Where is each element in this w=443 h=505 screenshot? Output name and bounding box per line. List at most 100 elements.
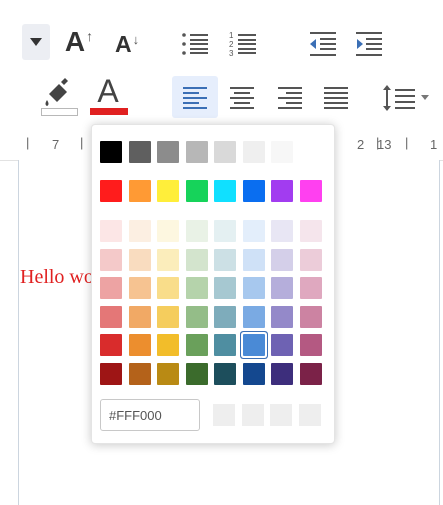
- recent-color-swatch[interactable]: [241, 404, 264, 426]
- color-swatch[interactable]: [100, 220, 122, 242]
- color-swatch[interactable]: [271, 248, 293, 271]
- justify-button[interactable]: [316, 78, 356, 116]
- hex-color-input[interactable]: [100, 399, 200, 431]
- color-swatch[interactable]: [214, 141, 236, 163]
- color-swatch[interactable]: [157, 334, 179, 356]
- color-swatch[interactable]: [242, 305, 265, 328]
- increase-font-letter: A: [64, 26, 86, 57]
- color-swatch[interactable]: [157, 362, 179, 385]
- color-swatch[interactable]: [128, 362, 151, 385]
- align-left-icon: [183, 87, 207, 109]
- bulleted-list-icon: [182, 33, 208, 55]
- align-right-button[interactable]: [270, 78, 310, 116]
- color-swatch[interactable]: [214, 277, 236, 299]
- editor-window: A ↑ A ↓ 123 A | 7 | 2 | 13 | 1 Hello wo …: [0, 0, 443, 505]
- color-swatch[interactable]: [128, 180, 151, 202]
- align-center-icon: [230, 87, 254, 109]
- color-swatch[interactable]: [271, 305, 293, 328]
- color-swatch[interactable]: [100, 141, 122, 163]
- color-swatch[interactable]: [157, 248, 179, 271]
- color-swatch[interactable]: [100, 277, 122, 299]
- decrease-indent-button[interactable]: [306, 28, 340, 60]
- color-swatch[interactable]: [100, 362, 122, 385]
- increase-font-size-button[interactable]: A ↑: [62, 22, 96, 62]
- bulleted-list-button[interactable]: [178, 28, 212, 60]
- color-swatch[interactable]: [271, 334, 293, 356]
- color-swatch[interactable]: [157, 220, 179, 242]
- color-swatch[interactable]: [185, 334, 208, 356]
- arrow-up-icon: ↑: [86, 28, 94, 44]
- line-spacing-button[interactable]: [378, 82, 434, 114]
- document-text[interactable]: Hello wo: [20, 266, 94, 289]
- color-swatch[interactable]: [214, 248, 236, 271]
- color-swatch[interactable]: [299, 180, 322, 202]
- color-swatch[interactable]: [128, 305, 151, 328]
- color-swatch[interactable]: [100, 180, 122, 202]
- font-color-letter: A: [97, 72, 119, 109]
- svg-text:1: 1: [229, 31, 234, 40]
- color-swatch[interactable]: [271, 277, 293, 299]
- color-swatch[interactable]: [242, 362, 265, 385]
- color-swatch[interactable]: [271, 220, 293, 242]
- color-swatch[interactable]: [185, 277, 208, 299]
- numbered-list-button[interactable]: 123: [226, 28, 260, 60]
- color-swatch[interactable]: [185, 220, 208, 242]
- color-swatch[interactable]: [271, 141, 293, 163]
- ruler-label: 2: [357, 137, 365, 152]
- color-swatch[interactable]: [214, 334, 236, 356]
- color-swatch[interactable]: [242, 180, 265, 202]
- color-swatch[interactable]: [157, 180, 179, 202]
- color-swatch[interactable]: [214, 362, 236, 385]
- color-swatch[interactable]: [214, 220, 236, 242]
- color-swatch[interactable]: [185, 141, 208, 163]
- color-swatch[interactable]: [128, 277, 151, 299]
- ruler-label: 1: [430, 137, 438, 152]
- recent-color-swatch[interactable]: [213, 404, 235, 426]
- svg-text:2: 2: [229, 40, 234, 49]
- color-swatch[interactable]: [185, 248, 208, 271]
- color-swatch[interactable]: [185, 180, 208, 202]
- align-right-icon: [278, 87, 302, 109]
- color-swatch[interactable]: [100, 305, 122, 328]
- recent-color-swatch[interactable]: [298, 404, 321, 426]
- color-swatch[interactable]: [185, 305, 208, 328]
- font-size-dropdown-button[interactable]: [22, 24, 50, 60]
- color-swatch[interactable]: [100, 334, 122, 356]
- color-swatch[interactable]: [214, 180, 236, 202]
- color-swatch[interactable]: [271, 362, 293, 385]
- color-swatch[interactable]: [100, 248, 122, 271]
- color-swatch[interactable]: [242, 141, 265, 163]
- color-swatch[interactable]: [242, 277, 265, 299]
- color-swatch[interactable]: [157, 141, 179, 163]
- ruler-label: 7: [52, 137, 60, 152]
- color-swatch[interactable]: [185, 362, 208, 385]
- color-swatch[interactable]: [242, 334, 265, 356]
- line-spacing-icon: [383, 85, 429, 111]
- color-swatch[interactable]: [242, 248, 265, 271]
- color-swatch[interactable]: [157, 277, 179, 299]
- increase-indent-button[interactable]: [352, 28, 386, 60]
- color-swatch[interactable]: [299, 220, 322, 242]
- color-swatch[interactable]: [271, 180, 293, 202]
- color-swatch[interactable]: [214, 305, 236, 328]
- highlight-color-indicator: [41, 108, 78, 116]
- color-swatch[interactable]: [299, 305, 322, 328]
- recent-color-swatch[interactable]: [270, 404, 292, 426]
- font-color-picker: [91, 124, 335, 444]
- color-swatch[interactable]: [242, 220, 265, 242]
- color-swatch[interactable]: [299, 277, 322, 299]
- color-swatch[interactable]: [128, 248, 151, 271]
- color-swatch[interactable]: [299, 334, 322, 356]
- justify-icon: [324, 87, 348, 109]
- font-color-button[interactable]: A: [88, 72, 128, 110]
- color-swatch[interactable]: [128, 141, 151, 163]
- align-left-button[interactable]: [172, 76, 218, 118]
- decrease-font-size-button[interactable]: A ↓: [110, 26, 144, 62]
- align-center-button[interactable]: [222, 78, 262, 116]
- color-swatch[interactable]: [299, 248, 322, 271]
- color-swatch[interactable]: [157, 305, 179, 328]
- color-swatch[interactable]: [299, 362, 322, 385]
- color-swatch[interactable]: [128, 334, 151, 356]
- color-swatch[interactable]: [128, 220, 151, 242]
- chevron-down-icon: [30, 38, 42, 46]
